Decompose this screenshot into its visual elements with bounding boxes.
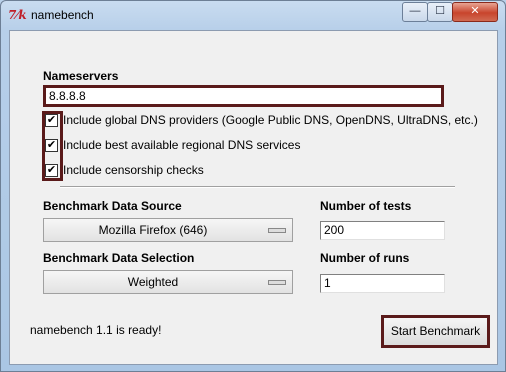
global-dns-label: Include global DNS providers (Google Pub…: [63, 113, 478, 127]
data-selection-value: Weighted: [127, 275, 179, 289]
global-dns-checkbox[interactable]: ✔: [45, 114, 58, 127]
nameservers-input[interactable]: 8.8.8.8: [43, 85, 444, 107]
minimize-button[interactable]: —: [402, 2, 428, 22]
close-button[interactable]: ✕: [452, 2, 498, 22]
data-source-dropdown[interactable]: Mozilla Firefox (646): [43, 218, 293, 242]
start-benchmark-button[interactable]: Start Benchmark: [381, 315, 490, 348]
num-tests-input[interactable]: 200: [320, 221, 445, 240]
num-tests-label: Number of tests: [320, 199, 412, 213]
num-runs-input[interactable]: 1: [320, 274, 445, 293]
data-selection-dropdown[interactable]: Weighted: [43, 270, 293, 294]
data-source-value: Mozilla Firefox (646): [98, 223, 208, 237]
client-area: Nameservers 8.8.8.8 ✔ Include global DNS…: [9, 30, 498, 365]
status-text: namebench 1.1 is ready!: [30, 323, 162, 337]
maximize-button[interactable]: ☐: [427, 2, 453, 22]
tk-feather-icon: 7⁄k: [8, 8, 27, 22]
nameservers-label: Nameservers: [43, 69, 119, 83]
regional-dns-checkbox[interactable]: ✔: [45, 139, 58, 152]
censorship-label: Include censorship checks: [63, 163, 204, 177]
censorship-checkbox[interactable]: ✔: [45, 164, 58, 177]
data-source-label: Benchmark Data Source: [43, 199, 182, 213]
data-selection-label: Benchmark Data Selection: [43, 251, 195, 265]
app-window: 7⁄k namebench — ☐ ✕ Nameservers 8.8.8.8 …: [0, 0, 506, 372]
dropdown-indicator-icon: [268, 280, 286, 285]
divider: [60, 186, 455, 188]
title-bar[interactable]: 7⁄k namebench — ☐ ✕: [1, 1, 505, 29]
window-title: namebench: [31, 8, 94, 22]
dropdown-indicator-icon: [268, 228, 286, 233]
regional-dns-label: Include best available regional DNS serv…: [63, 138, 301, 152]
num-runs-label: Number of runs: [320, 251, 410, 265]
